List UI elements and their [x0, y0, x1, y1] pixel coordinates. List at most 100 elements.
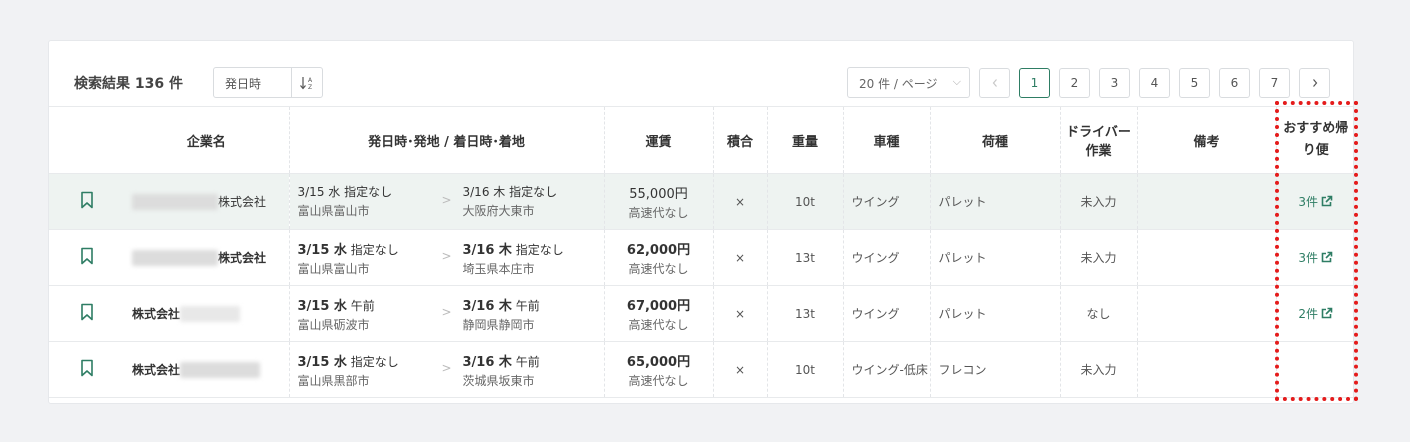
fare-cell: 67,000円 高速代なし	[604, 285, 714, 342]
page-4-button[interactable]: 4	[1139, 68, 1170, 98]
company-cell[interactable]: 株式会社	[124, 341, 290, 398]
departure-info: 3/15 水 指定なし 富山県黒部市	[298, 351, 399, 389]
notes-cell	[1137, 173, 1277, 230]
recommend-link[interactable]: 3件	[1298, 195, 1333, 209]
fare-amount: 67,000円	[626, 298, 691, 314]
search-results-card: 検索結果 136 件 発日時 A Z 20 件 / ページ ⌵ 1 2 3 4 …	[48, 40, 1354, 404]
bookmark-icon[interactable]	[80, 359, 94, 377]
arrival-date: 3/16 木	[462, 299, 512, 314]
arrival-time: 午前	[515, 299, 540, 313]
cargo-cell: パレット	[930, 285, 1061, 342]
weight-cell: 13t	[767, 285, 844, 342]
recommend-cell: 2件	[1276, 285, 1353, 342]
company-suffix: 株式会社	[218, 251, 267, 265]
fare-cell: 65,000円 高速代なし	[604, 341, 714, 398]
driver-work-cell: 未入力	[1060, 341, 1138, 398]
driver-work-cell: 未入力	[1060, 229, 1138, 286]
mixed-cell: ×	[713, 341, 768, 398]
toll-info: 高速代なし	[628, 317, 689, 332]
departure-date: 3/15 水	[297, 243, 347, 258]
header-recommend: おすすめ帰り便	[1276, 106, 1353, 174]
route-arrow-icon: >	[441, 361, 452, 375]
driver-work-cell: なし	[1060, 285, 1138, 342]
mixed-cell: ×	[713, 173, 768, 230]
page-6-button[interactable]: 6	[1219, 68, 1250, 98]
mixed-cell: ×	[713, 229, 768, 286]
page-5-button[interactable]: 5	[1179, 68, 1210, 98]
departure-info: 3/15 水 午前 富山県砺波市	[298, 295, 375, 333]
departure-date: 3/15 水	[297, 185, 341, 199]
header-mixed: 積合	[713, 106, 768, 174]
departure-time: 午前	[350, 299, 375, 313]
departure-place: 富山県富山市	[297, 204, 370, 218]
arrival-info: 3/16 木 指定なし 埼玉県本庄市	[463, 239, 564, 277]
departure-info: 3/15 水 指定なし 富山県富山市	[298, 239, 399, 277]
page-1-button[interactable]: 1	[1019, 68, 1050, 98]
table-row[interactable]: 株式会社 3/15 水 指定なし 富山県富山市 > 3/16 木 指定なし 埼玉…	[49, 229, 1353, 286]
fare-cell: 55,000円 高速代なし	[604, 173, 714, 230]
fare-cell: 62,000円 高速代なし	[604, 229, 714, 286]
company-name-redacted	[132, 249, 218, 266]
route-arrow-icon: >	[441, 249, 452, 263]
cargo-cell: フレコン	[930, 341, 1061, 398]
sort-ascending-icon[interactable]: A Z	[299, 74, 317, 92]
page-2-button[interactable]: 2	[1059, 68, 1090, 98]
recommend-count: 3件	[1298, 195, 1319, 209]
vehicle-cell: ウイング	[843, 173, 931, 230]
departure-place: 富山県富山市	[297, 262, 370, 276]
page-size-select[interactable]: 20 件 / ページ ⌵	[847, 67, 970, 98]
table-row[interactable]: 株式会社 3/15 水 指定なし 富山県富山市 > 3/16 木 指定なし 大阪…	[49, 173, 1353, 230]
recommend-cell: 3件	[1276, 173, 1353, 230]
header-notes: 備考	[1137, 106, 1277, 174]
company-cell[interactable]: 株式会社	[124, 229, 290, 286]
departure-time: 指定なし	[350, 243, 399, 257]
recommend-link[interactable]: 3件	[1298, 251, 1333, 265]
company-cell[interactable]: 株式会社	[124, 173, 290, 230]
company-name-redacted	[180, 361, 261, 378]
company-name-redacted	[180, 305, 241, 322]
header-cargo: 荷種	[930, 106, 1061, 174]
company-suffix: 株式会社	[218, 195, 267, 209]
cargo-cell: パレット	[930, 229, 1061, 286]
results-toolbar: 検索結果 136 件 発日時 A Z 20 件 / ページ ⌵ 1 2 3 4 …	[49, 41, 1353, 107]
chevron-right-icon	[1312, 79, 1317, 87]
table-row[interactable]: 株式会社 3/15 水 指定なし 富山県黒部市 > 3/16 木 午前 茨城県坂…	[49, 341, 1353, 398]
bookmark-icon[interactable]	[80, 303, 94, 321]
route-cell: 3/15 水 指定なし 富山県黒部市 > 3/16 木 午前 茨城県坂東市	[289, 341, 605, 398]
bookmark-icon[interactable]	[80, 191, 94, 209]
cargo-cell: パレット	[930, 173, 1061, 230]
arrival-info: 3/16 木 指定なし 大阪府大東市	[463, 183, 558, 219]
weight-cell: 10t	[767, 341, 844, 398]
sort-select[interactable]: 発日時 A Z	[213, 67, 323, 98]
company-cell[interactable]: 株式会社	[124, 285, 290, 342]
chevron-left-icon	[992, 79, 997, 87]
bookmark-icon[interactable]	[80, 247, 94, 265]
fare-amount: 65,000円	[626, 354, 691, 370]
notes-cell	[1137, 229, 1277, 286]
page-7-button[interactable]: 7	[1259, 68, 1290, 98]
route-arrow-icon: >	[441, 305, 452, 319]
next-page-button[interactable]	[1299, 68, 1330, 98]
bookmark-cell	[49, 229, 124, 286]
fare-amount: 55,000円	[629, 186, 688, 202]
external-link-icon	[1321, 195, 1333, 207]
arrival-time: 指定なし	[509, 185, 558, 199]
page-3-button[interactable]: 3	[1099, 68, 1130, 98]
prev-page-button[interactable]	[979, 68, 1010, 98]
departure-date: 3/15 水	[297, 299, 347, 314]
vehicle-cell: ウイング-低床	[843, 341, 931, 398]
bookmark-cell	[49, 285, 124, 342]
recommend-link[interactable]: 2件	[1298, 307, 1333, 321]
arrival-place: 埼玉県本庄市	[462, 262, 535, 276]
departure-place: 富山県黒部市	[297, 374, 370, 388]
bookmark-cell	[49, 173, 124, 230]
recommend-cell: 3件	[1276, 229, 1353, 286]
driver-work-cell: 未入力	[1060, 173, 1138, 230]
mixed-cell: ×	[713, 285, 768, 342]
weight-cell: 13t	[767, 229, 844, 286]
route-cell: 3/15 水 指定なし 富山県富山市 > 3/16 木 指定なし 埼玉県本庄市	[289, 229, 605, 286]
table-row[interactable]: 株式会社 3/15 水 午前 富山県砺波市 > 3/16 木 午前 静岡県静岡市…	[49, 285, 1353, 342]
company-prefix: 株式会社	[132, 363, 181, 377]
departure-time: 指定なし	[350, 355, 399, 369]
table-header-row: 企業名 発日時･発地 / 着日時･着地 運賃 積合 重量 車種 荷種 ドライバー…	[49, 106, 1353, 174]
